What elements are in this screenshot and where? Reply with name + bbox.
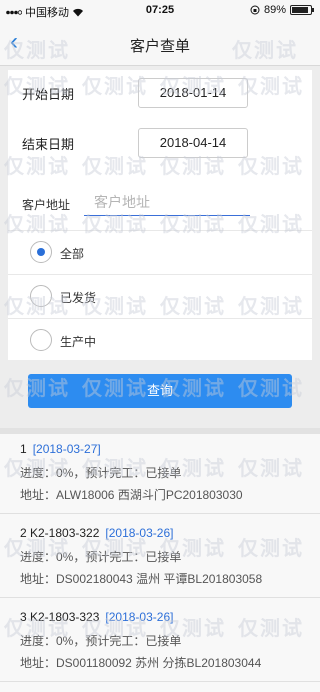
order-date: [2018-03-26] bbox=[105, 526, 174, 540]
navigation-bar: ‹ 客户查单 bbox=[0, 22, 320, 66]
list-item[interactable]: 1 [2018-03-27] 进度：0%，预计完工：已接单 地址：ALW18006… bbox=[0, 434, 320, 514]
order-address: 地址：DS001180092 苏州 分拣BL201803044 bbox=[20, 656, 262, 670]
start-date-row: 开始日期 2018-01-14 bbox=[8, 70, 312, 116]
order-number: 1 bbox=[20, 442, 27, 456]
status-right: 89% bbox=[250, 4, 314, 16]
order-date: [2018-03-26] bbox=[105, 610, 174, 624]
filter-option-all[interactable]: 全部 bbox=[8, 230, 312, 274]
order-progress: 进度：0%，预计完工：已接单 bbox=[20, 550, 182, 564]
filter-label-all: 全部 bbox=[60, 247, 85, 261]
order-progress: 进度：0%，预计完工：已接单 bbox=[20, 466, 182, 480]
end-date-row: 结束日期 2018-04-14 bbox=[8, 120, 312, 166]
start-date-label: 开始日期 bbox=[22, 87, 75, 102]
battery-fill bbox=[292, 7, 308, 13]
order-header: 2 K2-1803-322 [2018-03-26] bbox=[20, 526, 173, 540]
battery-percent: 89% bbox=[263, 4, 286, 16]
order-number: 3 K2-1803-323 bbox=[20, 610, 100, 624]
filter-label-producing: 生产中 bbox=[60, 335, 97, 349]
results-list: 1 [2018-03-27] 进度：0%，预计完工：已接单 地址：ALW18006… bbox=[0, 434, 320, 692]
query-form: 开始日期 2018-01-14 结束日期 2018-04-14 客户地址 全部 … bbox=[8, 70, 312, 360]
page-title: 客户查单 bbox=[129, 38, 190, 55]
order-address: 地址：ALW18006 西湖斗门PC201803030 bbox=[20, 488, 243, 502]
orientation-lock-icon bbox=[250, 5, 260, 15]
filter-option-shipped[interactable]: 已发货 bbox=[8, 274, 312, 318]
order-header: 1 [2018-03-27] bbox=[20, 442, 101, 456]
list-item[interactable]: 2 K2-1803-322 [2018-03-26] 进度：0%，预计完工：已接单… bbox=[0, 518, 320, 598]
radio-checked-icon[interactable] bbox=[30, 241, 52, 263]
query-button[interactable]: 查询 bbox=[28, 374, 292, 408]
status-bar: 中国移动 07:25 89% bbox=[0, 0, 320, 22]
order-progress: 进度：0%，预计完工：已接单 bbox=[20, 634, 182, 648]
order-date: [2018-03-27] bbox=[32, 442, 101, 456]
address-input[interactable] bbox=[84, 188, 250, 216]
filter-option-producing[interactable]: 生产中 bbox=[8, 318, 312, 362]
radio-unchecked-icon[interactable] bbox=[30, 285, 52, 307]
radio-unchecked-icon[interactable] bbox=[30, 329, 52, 351]
battery-icon bbox=[290, 5, 314, 15]
end-date-label: 结束日期 bbox=[22, 137, 75, 152]
filter-label-shipped: 已发货 bbox=[60, 291, 97, 305]
list-item[interactable]: 3 K2-1803-323 [2018-03-26] 进度：0%，预计完工：已接单… bbox=[0, 602, 320, 682]
address-label: 客户地址 bbox=[22, 198, 71, 212]
order-address: 地址：DS002180043 温州 平谭BL201803058 bbox=[20, 572, 263, 586]
order-header: 3 K2-1803-323 [2018-03-26] bbox=[20, 610, 173, 624]
order-number: 2 K2-1803-322 bbox=[20, 526, 100, 540]
end-date-field[interactable]: 2018-04-14 bbox=[138, 128, 248, 158]
start-date-field[interactable]: 2018-01-14 bbox=[138, 78, 248, 108]
